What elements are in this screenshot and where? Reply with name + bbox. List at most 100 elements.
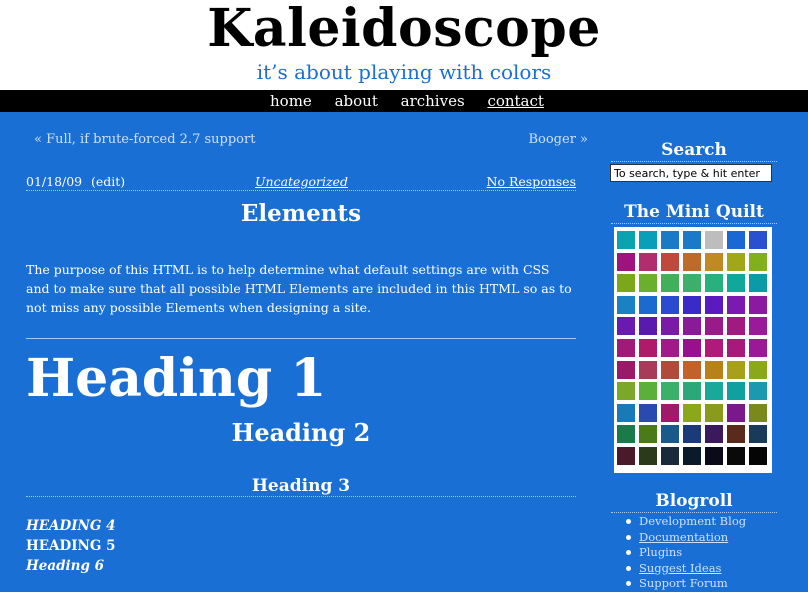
quilt-square[interactable] bbox=[727, 274, 745, 293]
quilt-square[interactable] bbox=[705, 231, 723, 249]
quilt-square[interactable] bbox=[749, 231, 767, 249]
edit-link[interactable]: (edit) bbox=[91, 174, 125, 189]
quilt-square[interactable] bbox=[683, 252, 701, 271]
quilt-square[interactable] bbox=[683, 360, 701, 379]
quilt-square[interactable] bbox=[661, 382, 679, 401]
quilt-square[interactable] bbox=[705, 295, 723, 314]
quilt-square[interactable] bbox=[639, 425, 657, 444]
quilt-square[interactable] bbox=[705, 360, 723, 379]
quilt-square[interactable] bbox=[749, 360, 767, 379]
nav-bar: home about archives contact bbox=[0, 90, 808, 112]
blogroll-item[interactable]: Support Forum bbox=[625, 576, 746, 592]
quilt-square[interactable] bbox=[617, 295, 635, 314]
quilt-square[interactable] bbox=[749, 317, 767, 336]
quilt-square[interactable] bbox=[639, 403, 657, 422]
quilt-square[interactable] bbox=[639, 317, 657, 336]
blogroll-item[interactable]: Plugins bbox=[625, 545, 746, 561]
quilt-square[interactable] bbox=[705, 447, 723, 465]
nav-home[interactable]: home bbox=[270, 92, 312, 110]
quilt-square[interactable] bbox=[749, 274, 767, 293]
quilt-square[interactable] bbox=[705, 274, 723, 293]
quilt-square[interactable] bbox=[749, 339, 767, 357]
quilt-square[interactable] bbox=[683, 317, 701, 336]
quilt-square[interactable] bbox=[749, 403, 767, 422]
quilt-square[interactable] bbox=[705, 317, 723, 336]
quilt-square[interactable] bbox=[617, 360, 635, 379]
quilt-square[interactable] bbox=[683, 295, 701, 314]
blogroll-item[interactable]: Documentation bbox=[625, 530, 746, 546]
responses-link[interactable]: No Responses bbox=[487, 174, 576, 189]
quilt-square[interactable] bbox=[705, 403, 723, 422]
quilt-square[interactable] bbox=[727, 360, 745, 379]
quilt-square[interactable] bbox=[727, 382, 745, 401]
quilt-square[interactable] bbox=[705, 382, 723, 401]
quilt-square[interactable] bbox=[639, 339, 657, 357]
quilt-square[interactable] bbox=[661, 317, 679, 336]
quilt-square[interactable] bbox=[683, 447, 701, 465]
blogroll-item[interactable]: Development Blog bbox=[625, 514, 746, 530]
quilt-square[interactable] bbox=[727, 447, 745, 465]
quilt-square[interactable] bbox=[617, 252, 635, 271]
quilt-square[interactable] bbox=[639, 231, 657, 249]
quilt-square[interactable] bbox=[617, 317, 635, 336]
quilt-square[interactable] bbox=[727, 252, 745, 271]
quilt-square[interactable] bbox=[727, 231, 745, 249]
quilt-square[interactable] bbox=[661, 360, 679, 379]
nav-about[interactable]: about bbox=[335, 92, 378, 110]
quilt-square[interactable] bbox=[617, 339, 635, 357]
previous-post-link[interactable]: « Full, if brute-forced 2.7 support bbox=[34, 132, 255, 147]
blogroll-item[interactable]: Suggest Ideas bbox=[625, 561, 746, 577]
post-intro: The purpose of this HTML is to help dete… bbox=[26, 262, 572, 315]
quilt-square[interactable] bbox=[617, 382, 635, 401]
quilt-square[interactable] bbox=[683, 231, 701, 249]
quilt-square[interactable] bbox=[749, 295, 767, 314]
next-post-link[interactable]: Booger » bbox=[528, 132, 588, 147]
quilt-square[interactable] bbox=[727, 403, 745, 422]
horizontal-rule bbox=[26, 338, 576, 339]
quilt-square[interactable] bbox=[749, 425, 767, 444]
quilt-square[interactable] bbox=[749, 252, 767, 271]
quilt-square[interactable] bbox=[639, 447, 657, 465]
quilt-square[interactable] bbox=[661, 295, 679, 314]
quilt-square[interactable] bbox=[661, 447, 679, 465]
quilt-square[interactable] bbox=[683, 382, 701, 401]
quilt-square[interactable] bbox=[639, 274, 657, 293]
quilt-square[interactable] bbox=[617, 403, 635, 422]
quilt-square[interactable] bbox=[661, 231, 679, 249]
category-link[interactable]: Uncategorized bbox=[255, 174, 348, 189]
quilt-square[interactable] bbox=[617, 447, 635, 465]
quilt-square[interactable] bbox=[661, 274, 679, 293]
heading-1: Heading 1 bbox=[26, 348, 327, 409]
quilt-square[interactable] bbox=[661, 425, 679, 444]
nav-contact[interactable]: contact bbox=[487, 92, 544, 110]
quilt-square[interactable] bbox=[727, 425, 745, 444]
quilt-square[interactable] bbox=[617, 425, 635, 444]
quilt-square[interactable] bbox=[683, 274, 701, 293]
site-header: Kaleidoscope it’s about playing with col… bbox=[0, 0, 808, 90]
quilt-square[interactable] bbox=[727, 295, 745, 314]
quilt-square[interactable] bbox=[617, 231, 635, 249]
quilt-square[interactable] bbox=[639, 382, 657, 401]
search-input[interactable] bbox=[610, 164, 772, 182]
quilt-square[interactable] bbox=[617, 274, 635, 293]
quilt-square[interactable] bbox=[661, 252, 679, 271]
quilt-square[interactable] bbox=[661, 403, 679, 422]
quilt-square[interactable] bbox=[683, 339, 701, 357]
quilt-square[interactable] bbox=[749, 382, 767, 401]
quilt-square[interactable] bbox=[639, 360, 657, 379]
quilt-square[interactable] bbox=[727, 339, 745, 357]
quilt-square[interactable] bbox=[683, 425, 701, 444]
blogroll-heading: Blogroll bbox=[611, 491, 777, 513]
quilt-square[interactable] bbox=[639, 252, 657, 271]
quilt-square[interactable] bbox=[661, 339, 679, 357]
quilt-square[interactable] bbox=[639, 295, 657, 314]
quilt-square[interactable] bbox=[727, 317, 745, 336]
quilt-square[interactable] bbox=[705, 339, 723, 357]
post-title[interactable]: Elements bbox=[26, 200, 576, 227]
quilt-square[interactable] bbox=[683, 403, 701, 422]
quilt-square[interactable] bbox=[705, 425, 723, 444]
quilt-square[interactable] bbox=[749, 447, 767, 465]
site-title[interactable]: Kaleidoscope bbox=[0, 0, 808, 59]
quilt-square[interactable] bbox=[705, 252, 723, 271]
nav-archives[interactable]: archives bbox=[401, 92, 465, 110]
